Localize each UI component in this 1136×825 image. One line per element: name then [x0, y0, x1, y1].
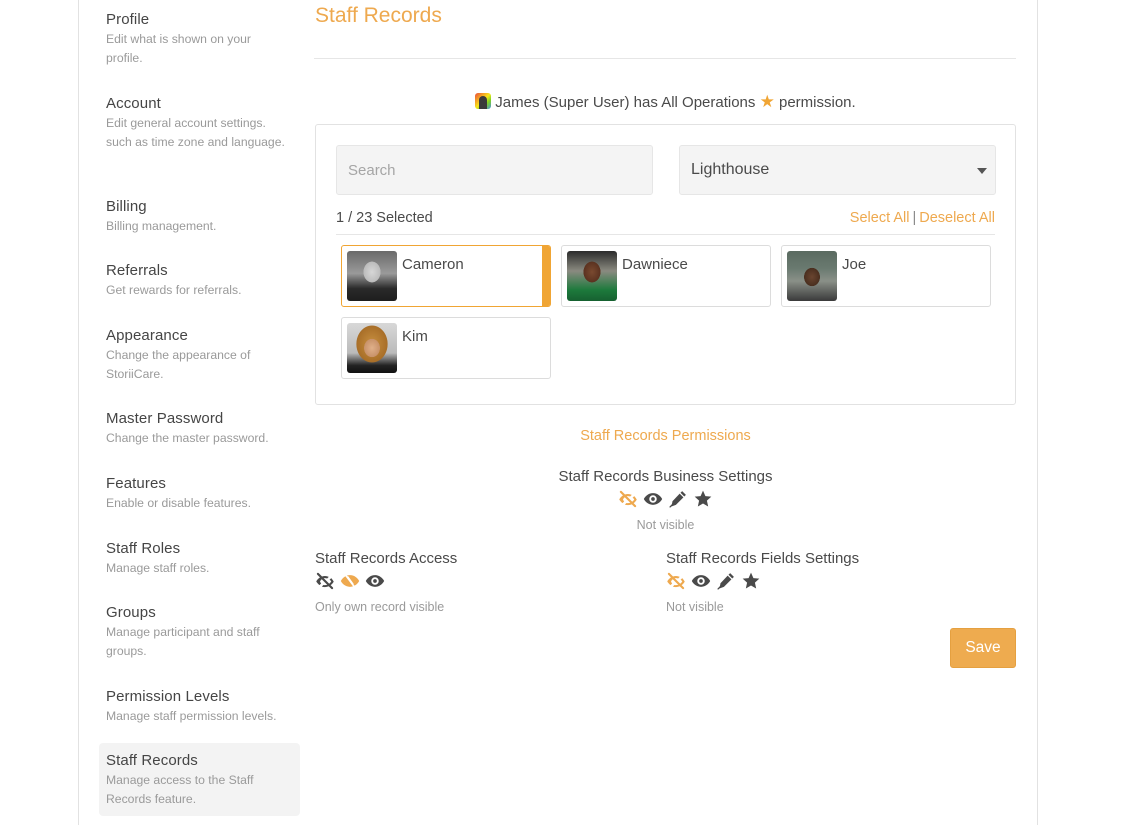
sidebar-item-title: Appearance	[106, 327, 188, 344]
sidebar-item-title: Permission Levels	[106, 688, 230, 705]
page-title: Staff Records	[315, 4, 442, 27]
permission-status: Only own record visible	[315, 600, 445, 614]
staff-name: Dawniece	[622, 256, 688, 273]
super-user-avatar	[475, 93, 492, 109]
sidebar-item-profile[interactable]: Profile Edit what is shown on your profi…	[99, 10, 300, 68]
divider	[336, 234, 995, 235]
staff-card-dawniece[interactable]: Dawniece	[561, 245, 771, 307]
permission-title: Staff Records Fields Settings	[666, 550, 860, 567]
selected-count: 1 / 23 Selected	[336, 210, 433, 226]
sidebar-item-master-password[interactable]: Master Password Change the master passwo…	[99, 409, 300, 448]
sidebar-item-desc: Edit what is shown on your profile.	[106, 32, 251, 65]
sidebar-item-referrals[interactable]: Referrals Get rewards for referrals.	[99, 261, 300, 300]
eye-icon[interactable]	[691, 571, 711, 591]
permission-options	[315, 570, 635, 592]
avatar	[347, 251, 397, 301]
star-icon[interactable]	[741, 571, 761, 591]
pen-icon[interactable]	[668, 489, 688, 509]
star-icon: ★	[759, 92, 775, 111]
sidebar-item-desc: Enable or disable features.	[106, 496, 251, 510]
selection-links: Select All | Deselect All	[850, 210, 995, 226]
staff-name: Cameron	[402, 256, 464, 273]
permission-title: Staff Records Business Settings	[558, 468, 773, 485]
divider	[314, 58, 1016, 59]
sidebar-item-staff-records[interactable]: Staff Records Manage access to the Staff…	[99, 743, 300, 816]
permission-status: Not visible	[666, 600, 724, 614]
staff-picker: Lighthouse 1 / 23 Selected Select All|De…	[315, 124, 1016, 405]
super-user-note: James (Super User) has All Operations ★ …	[315, 92, 1016, 113]
permission-options	[666, 570, 1016, 592]
sidebar-item-groups[interactable]: Groups Manage participant and staff grou…	[99, 603, 300, 661]
sidebar-item-staff-roles[interactable]: Staff Roles Manage staff roles.	[99, 539, 300, 578]
staff-name: Joe	[842, 256, 867, 273]
sidebar-item-title: Staff Roles	[106, 540, 181, 557]
staff-card-kim[interactable]: Kim	[341, 317, 551, 379]
staff-card-joe[interactable]: Joe	[781, 245, 991, 307]
permission-business-settings: Staff Records Business Settings Not visi…	[315, 467, 1016, 533]
permission-title: Staff Records Access	[315, 550, 458, 567]
sidebar-item-title: Features	[106, 475, 166, 492]
sidebar-item-title: Master Password	[106, 410, 224, 427]
own-record-icon[interactable]	[340, 571, 360, 591]
eye-slash-icon[interactable]	[315, 571, 335, 591]
search-input[interactable]	[336, 145, 653, 195]
permission-fields-settings: Staff Records Fields Settings Not visibl…	[666, 549, 1016, 615]
caret-down-icon	[977, 168, 987, 174]
sidebar-item-title: Referrals	[106, 262, 168, 279]
avatar	[787, 251, 837, 301]
sidebar-item-features[interactable]: Features Enable or disable features.	[99, 474, 300, 513]
sidebar-item-title: Profile	[106, 11, 150, 28]
separator: |	[912, 210, 917, 226]
sidebar-item-desc: Change the appearance of StoriiCare.	[106, 348, 251, 381]
eye-slash-icon[interactable]	[666, 571, 686, 591]
sidebar-item-desc: Get rewards for referrals.	[106, 283, 242, 297]
sidebar-item-desc: Manage staff permission levels.	[106, 709, 277, 723]
permissions-heading: Staff Records Permissions	[580, 428, 751, 444]
permission-status: Not visible	[636, 518, 695, 532]
staff-name: Kim	[402, 328, 428, 345]
sidebar-item-title: Billing	[106, 198, 147, 215]
select-all-link[interactable]: Select All	[850, 210, 910, 226]
sidebar-item-appearance[interactable]: Appearance Change the appearance of Stor…	[99, 326, 300, 384]
location-select[interactable]: Lighthouse	[679, 145, 996, 195]
super-user-note-text: James (Super User) has All Operations	[495, 94, 756, 111]
sidebar-item-desc: Manage access to the Staff Records featu…	[106, 773, 254, 806]
save-button[interactable]: Save	[950, 628, 1016, 668]
avatar	[347, 323, 397, 373]
avatar	[567, 251, 617, 301]
eye-icon[interactable]	[365, 571, 385, 591]
eye-icon[interactable]	[643, 489, 663, 509]
location-select-value: Lighthouse	[691, 161, 770, 178]
sidebar-item-title: Staff Records	[106, 752, 198, 769]
sidebar-item-desc: Change the master password.	[106, 431, 269, 445]
sidebar-item-account[interactable]: Account Edit general account settings. s…	[99, 94, 300, 152]
eye-slash-icon[interactable]	[618, 489, 638, 509]
sidebar-item-desc: Edit general account settings. such as t…	[106, 116, 285, 149]
staff-card-cameron[interactable]: Cameron	[341, 245, 551, 307]
sidebar-item-billing[interactable]: Billing Billing management.	[99, 197, 300, 236]
super-user-note-suffix: permission.	[779, 94, 856, 111]
star-icon[interactable]	[693, 489, 713, 509]
permission-access: Staff Records Access Only own record vis…	[315, 549, 635, 615]
pen-icon[interactable]	[716, 571, 736, 591]
deselect-all-link[interactable]: Deselect All	[919, 210, 995, 226]
sidebar-item-permission-levels[interactable]: Permission Levels Manage staff permissio…	[99, 687, 300, 726]
sidebar-item-title: Groups	[106, 604, 156, 621]
sidebar-item-desc: Manage staff roles.	[106, 561, 210, 575]
sidebar-item-title: Account	[106, 95, 161, 112]
sidebar-item-desc: Billing management.	[106, 219, 217, 233]
sidebar-item-desc: Manage participant and staff groups.	[106, 625, 260, 658]
permission-options	[315, 488, 1016, 510]
